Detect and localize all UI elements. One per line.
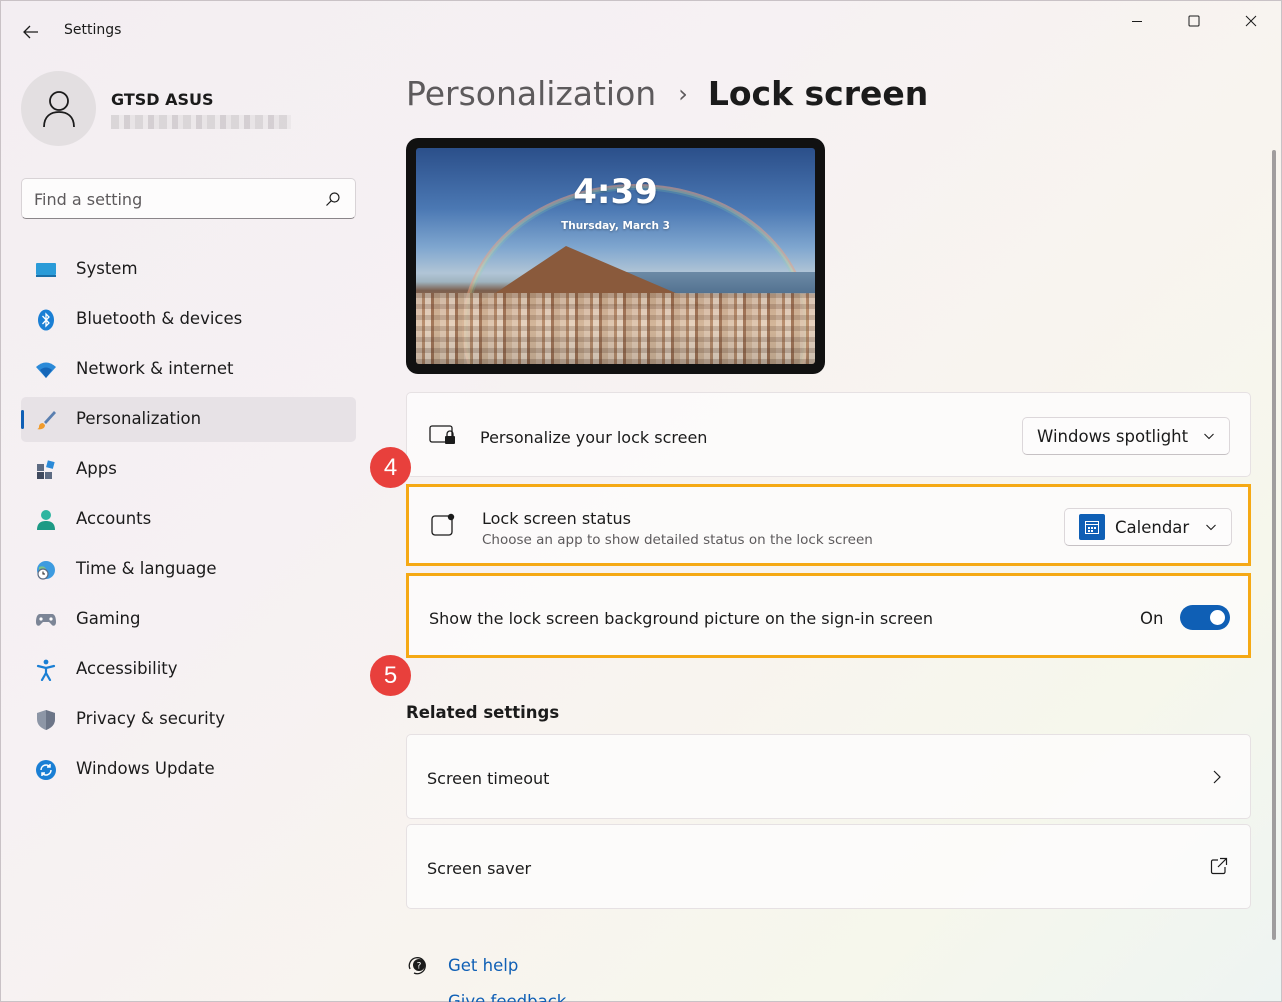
lock-screen-preview: 4:39 Thursday, March 3 bbox=[406, 138, 825, 374]
sidebar-item-label: Time & language bbox=[76, 559, 217, 578]
sidebar-item-label: Privacy & security bbox=[76, 709, 225, 728]
sidebar-item-label: Accessibility bbox=[76, 659, 178, 678]
sidebar-item-label: Network & internet bbox=[76, 359, 234, 378]
user-profile[interactable]: GTSD ASUS bbox=[21, 71, 351, 147]
sidebar-nav: System Bluetooth & devices Network & int… bbox=[21, 247, 356, 797]
signin-background-toggle[interactable] bbox=[1180, 605, 1230, 630]
preview-date: Thursday, March 3 bbox=[561, 220, 670, 232]
scrollbar[interactable] bbox=[1272, 150, 1276, 940]
dropdown-value: Calendar bbox=[1115, 517, 1190, 537]
annotation-badge-5: 5 bbox=[370, 655, 411, 696]
chevron-down-icon bbox=[1204, 433, 1214, 440]
personalize-lock-screen-row: Personalize your lock screen Windows spo… bbox=[406, 392, 1251, 477]
update-icon bbox=[35, 759, 57, 781]
preview-time: 4:39 bbox=[573, 172, 658, 212]
sidebar-item-label: Gaming bbox=[76, 609, 141, 628]
brush-icon bbox=[35, 409, 57, 431]
accounts-icon bbox=[35, 509, 57, 531]
lock-screen-image: 4:39 Thursday, March 3 bbox=[416, 148, 815, 364]
get-help-row[interactable]: ? Get help bbox=[406, 952, 518, 978]
page-title: Lock screen bbox=[707, 74, 929, 113]
dropdown-value: Windows spotlight bbox=[1037, 426, 1189, 446]
annotation-badge-4: 4 bbox=[370, 447, 411, 488]
avatar bbox=[21, 71, 96, 146]
user-name: GTSD ASUS bbox=[111, 90, 214, 109]
sidebar-item-personalization[interactable]: Personalization bbox=[21, 397, 356, 442]
app-title: Settings bbox=[64, 22, 122, 38]
city-graphic bbox=[416, 293, 815, 364]
chevron-right-icon bbox=[1213, 770, 1221, 784]
shield-icon bbox=[35, 709, 57, 731]
personalize-dropdown[interactable]: Windows spotlight bbox=[1022, 417, 1230, 455]
sidebar-item-windows-update[interactable]: Windows Update bbox=[21, 747, 356, 792]
sidebar-item-time-language[interactable]: Time & language bbox=[21, 547, 356, 592]
breadcrumb-parent[interactable]: Personalization bbox=[406, 74, 656, 113]
maximize-icon bbox=[1188, 15, 1200, 27]
sidebar-item-bluetooth[interactable]: Bluetooth & devices bbox=[21, 297, 356, 342]
sidebar-item-label: Windows Update bbox=[76, 759, 215, 778]
screen-saver-row[interactable]: Screen saver bbox=[406, 824, 1251, 909]
screen-timeout-row[interactable]: Screen timeout bbox=[406, 734, 1251, 819]
svg-text:?: ? bbox=[417, 962, 422, 972]
sidebar-item-label: Apps bbox=[76, 459, 117, 478]
gamepad-icon bbox=[35, 609, 57, 631]
chevron-down-icon bbox=[1206, 524, 1216, 531]
signin-background-title: Show the lock screen background picture … bbox=[429, 609, 934, 628]
give-feedback-row[interactable]: Give feedback bbox=[406, 992, 566, 1002]
related-settings-heading: Related settings bbox=[406, 703, 560, 722]
signin-background-row: Show the lock screen background picture … bbox=[406, 573, 1251, 658]
status-title: Lock screen status bbox=[482, 509, 632, 528]
give-feedback-link[interactable]: Give feedback bbox=[448, 992, 566, 1002]
sidebar-item-privacy-security[interactable]: Privacy & security bbox=[21, 697, 356, 742]
get-help-link[interactable]: Get help bbox=[448, 956, 518, 975]
lock-screen-icon bbox=[429, 425, 455, 444]
external-link-icon bbox=[1210, 857, 1228, 875]
accessibility-icon bbox=[35, 659, 57, 681]
personalize-title: Personalize your lock screen bbox=[480, 428, 708, 447]
close-button[interactable] bbox=[1228, 6, 1274, 36]
status-icon bbox=[431, 513, 455, 536]
close-icon bbox=[1245, 15, 1257, 27]
search-icon[interactable] bbox=[325, 191, 341, 207]
screen-timeout-label: Screen timeout bbox=[427, 769, 550, 788]
wifi-icon bbox=[35, 359, 57, 381]
search-input[interactable] bbox=[34, 187, 314, 211]
minimize-button[interactable] bbox=[1114, 6, 1160, 36]
title-bar: Settings bbox=[0, 0, 1282, 62]
toggle-knob bbox=[1210, 610, 1225, 625]
search-box[interactable] bbox=[21, 178, 356, 219]
sidebar-item-apps[interactable]: Apps bbox=[21, 447, 356, 492]
help-icon: ? bbox=[408, 957, 426, 975]
sidebar-item-accessibility[interactable]: Accessibility bbox=[21, 647, 356, 692]
lock-screen-status-row: Lock screen status Choose an app to show… bbox=[406, 484, 1251, 566]
status-subtitle: Choose an app to show detailed status on… bbox=[482, 532, 873, 548]
screen-saver-label: Screen saver bbox=[427, 859, 532, 878]
breadcrumb-separator: › bbox=[678, 80, 688, 108]
breadcrumb: Personalization › Lock screen bbox=[406, 74, 928, 118]
back-arrow-icon bbox=[23, 25, 38, 39]
person-icon bbox=[42, 90, 75, 127]
maximize-button[interactable] bbox=[1171, 6, 1217, 36]
sidebar-item-gaming[interactable]: Gaming bbox=[21, 597, 356, 642]
sidebar-item-network[interactable]: Network & internet bbox=[21, 347, 356, 392]
sidebar-item-label: Accounts bbox=[76, 509, 152, 528]
calendar-icon bbox=[1079, 514, 1105, 540]
minimize-icon bbox=[1132, 21, 1142, 22]
back-button[interactable] bbox=[18, 20, 44, 44]
system-icon bbox=[35, 259, 57, 281]
sidebar-item-label: Personalization bbox=[76, 409, 202, 428]
apps-icon bbox=[35, 459, 57, 481]
status-app-dropdown[interactable]: Calendar bbox=[1064, 508, 1232, 546]
user-email-redacted bbox=[111, 115, 291, 129]
bluetooth-icon bbox=[35, 309, 57, 331]
sidebar-item-system[interactable]: System bbox=[21, 247, 356, 292]
globe-clock-icon bbox=[35, 559, 57, 581]
sidebar-item-label: Bluetooth & devices bbox=[76, 309, 243, 328]
sidebar-item-label: System bbox=[76, 259, 138, 278]
sidebar-item-accounts[interactable]: Accounts bbox=[21, 497, 356, 542]
toggle-state-label: On bbox=[1140, 609, 1164, 628]
